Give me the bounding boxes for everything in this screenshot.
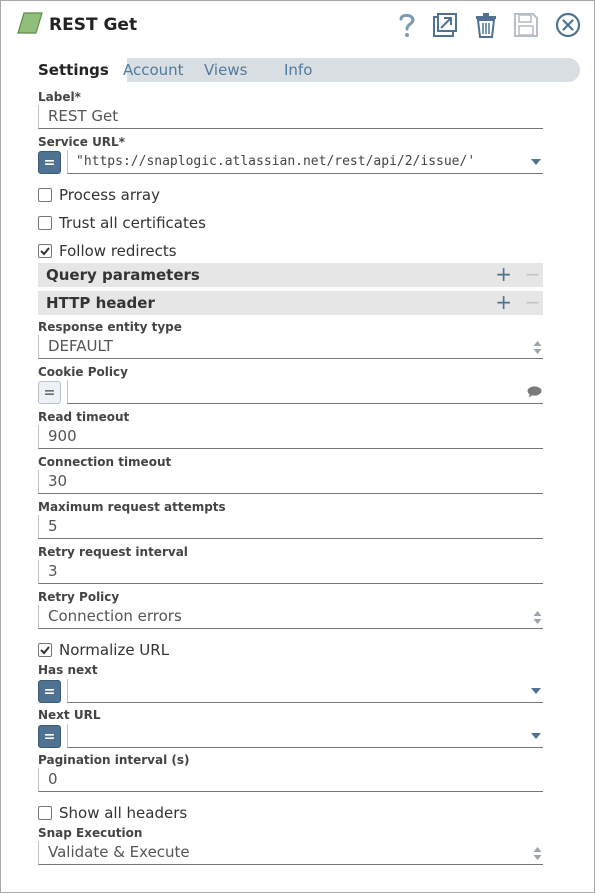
dialog-header: REST Get	[1, 1, 594, 51]
next-url-input[interactable]	[67, 724, 543, 748]
response-entity-type-select[interactable]: DEFAULT	[38, 335, 543, 359]
show-all-headers-checkbox[interactable]	[38, 806, 52, 820]
select-arrows-icon	[533, 847, 542, 860]
save-icon	[514, 13, 538, 37]
next-url-expression-toggle[interactable]: =	[38, 725, 61, 748]
http-header-title: HTTP header	[46, 294, 155, 312]
tab-settings[interactable]: Settings	[16, 58, 127, 82]
expression-icon: =	[43, 154, 56, 171]
select-arrows-icon	[533, 611, 542, 624]
retry-policy-select[interactable]: Connection errors	[38, 605, 543, 629]
query-parameters-section: Query parameters + −	[38, 263, 543, 287]
dialog-title: REST Get	[49, 15, 138, 35]
select-arrows-icon	[533, 341, 542, 354]
response-entity-type-value: DEFAULT	[48, 337, 113, 355]
close-button[interactable]	[553, 10, 583, 40]
cookie-policy-input[interactable]	[67, 380, 543, 404]
snap-execution-select[interactable]: Validate & Execute	[38, 841, 543, 865]
tab-bar: Settings Account Views Info	[16, 58, 580, 82]
label-input[interactable]: REST Get	[38, 105, 543, 129]
show-all-headers-checkbox-row[interactable]: Show all headers	[38, 804, 187, 822]
process-array-label: Process array	[59, 186, 161, 204]
connection-timeout-input[interactable]: 30	[38, 470, 543, 494]
chevron-down-icon[interactable]	[531, 159, 541, 165]
pagination-interval-input[interactable]: 0	[38, 768, 543, 792]
retry-request-interval-label: Retry request interval	[38, 545, 188, 559]
show-all-headers-label: Show all headers	[59, 804, 188, 822]
trust-all-certificates-checkbox-row[interactable]: Trust all certificates	[38, 214, 206, 232]
expression-icon: =	[43, 384, 56, 401]
service-url-value: "https://snaplogic.atlassian.net/rest/ap…	[76, 154, 476, 169]
checkmark-icon	[40, 646, 50, 655]
response-entity-type-label: Response entity type	[38, 320, 182, 334]
label-field-label: Label*	[38, 90, 81, 104]
normalize-url-checkbox-row[interactable]: Normalize URL	[38, 641, 169, 659]
has-next-label: Has next	[38, 663, 98, 677]
expression-icon: =	[43, 728, 56, 745]
retry-request-interval-input[interactable]: 3	[38, 560, 543, 584]
follow-redirects-checkbox[interactable]	[38, 244, 52, 258]
pagination-interval-label: Pagination interval (s)	[38, 753, 190, 767]
read-timeout-label: Read timeout	[38, 410, 130, 424]
export-icon	[433, 13, 457, 37]
retry-policy-label: Retry Policy	[38, 590, 120, 604]
snap-execution-label: Snap Execution	[38, 826, 143, 840]
read-timeout-input[interactable]: 900	[38, 425, 543, 449]
query-parameters-title: Query parameters	[46, 266, 200, 284]
retry-policy-value: Connection errors	[48, 607, 182, 625]
process-array-checkbox-row[interactable]: Process array	[38, 186, 160, 204]
expression-icon: =	[43, 683, 56, 700]
snap-settings-dialog: REST Get Settings Account Views Info Lab…	[0, 0, 595, 893]
add-query-parameter-button[interactable]: +	[495, 263, 512, 285]
has-next-expression-toggle[interactable]: =	[38, 680, 61, 703]
remove-query-parameter-button[interactable]: −	[524, 263, 541, 285]
remove-http-header-button[interactable]: −	[524, 291, 541, 313]
checkmark-icon	[40, 247, 50, 256]
cookie-policy-expression-toggle[interactable]: =	[38, 381, 61, 404]
close-icon	[555, 12, 581, 38]
snap-type-icon	[17, 12, 43, 34]
export-button[interactable]	[430, 10, 460, 40]
help-icon	[399, 13, 415, 37]
service-url-input[interactable]: "https://snaplogic.atlassian.net/rest/ap…	[67, 150, 543, 174]
tab-account[interactable]: Account	[123, 58, 184, 82]
service-url-label: Service URL*	[38, 135, 125, 149]
process-array-checkbox[interactable]	[38, 188, 52, 202]
cookie-policy-label: Cookie Policy	[38, 365, 128, 379]
connection-timeout-label: Connection timeout	[38, 455, 172, 469]
service-url-expression-toggle[interactable]: =	[38, 151, 61, 174]
follow-redirects-checkbox-row[interactable]: Follow redirects	[38, 242, 177, 260]
next-url-label: Next URL	[38, 708, 101, 722]
tab-info[interactable]: Info	[284, 58, 312, 82]
trash-icon	[476, 13, 496, 38]
chevron-down-icon[interactable]	[531, 733, 541, 739]
help-button[interactable]	[392, 10, 422, 40]
normalize-url-label: Normalize URL	[59, 641, 170, 659]
add-http-header-button[interactable]: +	[495, 291, 512, 313]
trust-all-certificates-checkbox[interactable]	[38, 216, 52, 230]
chevron-down-icon[interactable]	[531, 688, 541, 694]
trust-all-certificates-label: Trust all certificates	[59, 214, 206, 232]
follow-redirects-label: Follow redirects	[59, 242, 177, 260]
delete-button[interactable]	[471, 10, 501, 40]
max-request-attempts-label: Maximum request attempts	[38, 500, 226, 514]
normalize-url-checkbox[interactable]	[38, 643, 52, 657]
tab-views[interactable]: Views	[204, 58, 247, 82]
http-header-section: HTTP header + −	[38, 291, 543, 315]
max-request-attempts-input[interactable]: 5	[38, 515, 543, 539]
save-button[interactable]	[511, 10, 541, 40]
suggestion-bubble-icon[interactable]	[527, 386, 542, 398]
snap-execution-value: Validate & Execute	[48, 843, 190, 861]
has-next-input[interactable]	[67, 679, 543, 703]
